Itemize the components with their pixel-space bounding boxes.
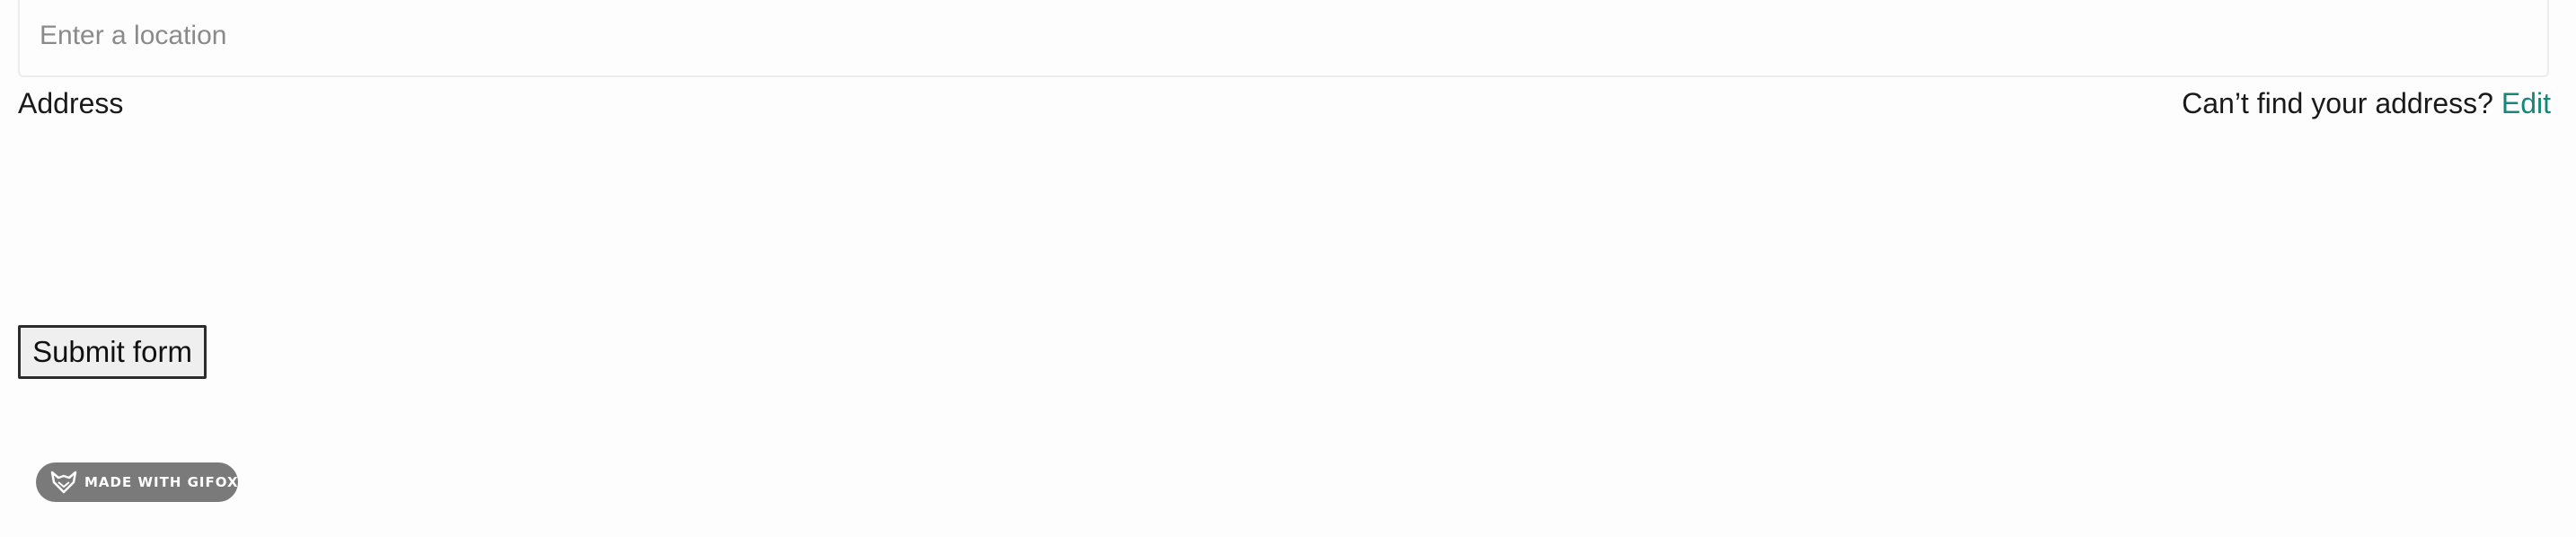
address-label: Address [18, 87, 124, 119]
badge-text: MADE WITH GIFOX [84, 474, 239, 490]
fox-icon [50, 470, 77, 495]
made-with-gifox-badge: MADE WITH GIFOX [36, 462, 238, 502]
address-help-row: Can’t find your address? Edit [2182, 85, 2551, 121]
location-input[interactable] [18, 0, 2549, 77]
address-help-text: Can’t find your address? [2182, 87, 2493, 119]
submit-form-button[interactable]: Submit form [18, 325, 207, 379]
edit-address-link[interactable]: Edit [2501, 87, 2551, 119]
